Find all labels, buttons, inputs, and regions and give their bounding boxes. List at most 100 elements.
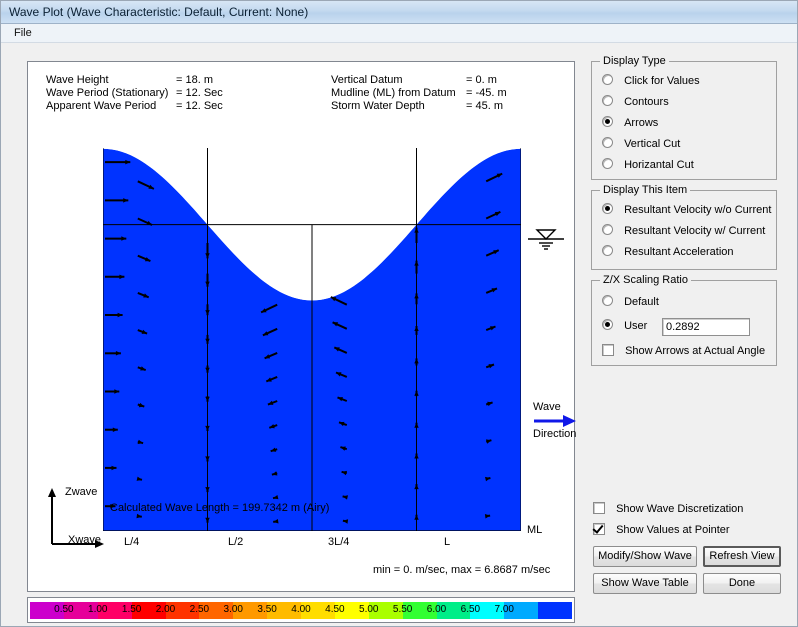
radio-click-for-values-indicator[interactable] xyxy=(602,74,613,85)
radio-horizantal-cut-label: Horizantal Cut xyxy=(624,159,694,171)
still-water-level-icon xyxy=(526,228,566,252)
radio-arrows[interactable]: Arrows xyxy=(602,116,658,133)
radio-arrows-indicator[interactable] xyxy=(602,116,613,127)
radio-resultant-acceleration-indicator[interactable] xyxy=(602,245,613,256)
mudline-marker-label: ML xyxy=(527,524,542,536)
checkbox-show-arrows-actual-angle-label: Show Arrows at Actual Angle xyxy=(625,345,765,357)
window-client-area: Wave Height = 18. m Wave Period (Station… xyxy=(2,44,796,626)
radio-resultant-velocity-w-current-label: Resultant Velocity w/ Current xyxy=(624,225,765,237)
display-type-group: Display Type Click for Values Contours A… xyxy=(591,61,777,180)
x-tick-label-3l4: 3L/4 xyxy=(328,536,349,548)
x-tick-label-l2: L/2 xyxy=(228,536,243,548)
color-legend-tick-6: 3.50 xyxy=(257,604,276,615)
info-mudline-value: = -45. m xyxy=(466,87,507,99)
radio-resultant-acceleration-label: Resultant Acceleration xyxy=(624,246,733,258)
checkbox-show-wave-discretization[interactable]: Show Wave Discretization xyxy=(593,502,743,519)
radio-contours[interactable]: Contours xyxy=(602,95,669,112)
radio-resultant-velocity-wo-current-indicator[interactable] xyxy=(602,203,613,214)
color-legend-tick-2: 1.50 xyxy=(122,604,141,615)
scaling-ratio-group-title: Z/X Scaling Ratio xyxy=(600,274,691,286)
info-apparent-period-label: Apparent Wave Period xyxy=(46,100,156,112)
display-item-group-title: Display This Item xyxy=(600,184,690,196)
done-button[interactable]: Done xyxy=(703,573,781,594)
info-vertical-datum-label: Vertical Datum xyxy=(331,74,403,86)
radio-resultant-velocity-w-current-indicator[interactable] xyxy=(602,224,613,235)
wave-direction-label-direction: Direction xyxy=(533,428,576,440)
radio-vertical-cut-label: Vertical Cut xyxy=(624,138,680,150)
plot-panel[interactable]: Wave Height = 18. m Wave Period (Station… xyxy=(27,61,575,592)
color-legend: 0.50 1.00 1.50 2.00 2.50 3.00 3.50 4.00 4.50 5.00… xyxy=(27,597,575,623)
radio-horizantal-cut-indicator[interactable] xyxy=(602,158,613,169)
color-legend-tick-7: 4.00 xyxy=(291,604,310,615)
info-apparent-period-value: = 12. Sec xyxy=(176,100,223,112)
color-legend-tick-0: 0.50 xyxy=(54,604,73,615)
color-legend-tick-5: 3.00 xyxy=(224,604,243,615)
refresh-view-button[interactable]: Refresh View xyxy=(703,546,781,567)
x-tick-label-l: L xyxy=(444,536,450,548)
radio-scaling-default-label: Default xyxy=(624,296,659,308)
color-legend-tick-10: 5.50 xyxy=(393,604,412,615)
color-legend-tick-1: 1.00 xyxy=(88,604,107,615)
modify-show-wave-button[interactable]: Modify/Show Wave xyxy=(593,546,697,567)
contour-canvas xyxy=(103,148,521,531)
radio-contours-label: Contours xyxy=(624,96,669,108)
bottom-controls: Show Wave Discretization Show Values at … xyxy=(591,502,781,612)
checkbox-show-wave-discretization-indicator[interactable] xyxy=(593,502,605,514)
axis-label-zwave: Zwave xyxy=(65,486,97,498)
show-wave-table-button[interactable]: Show Wave Table xyxy=(593,573,697,594)
info-vertical-datum-value: = 0. m xyxy=(466,74,497,86)
window-title: Wave Plot (Wave Characteristic: Default,… xyxy=(9,5,308,19)
info-wave-period-label: Wave Period (Stationary) xyxy=(46,87,168,99)
axis-label-xwave: Xwave xyxy=(68,534,101,546)
checkbox-show-wave-discretization-label: Show Wave Discretization xyxy=(616,503,743,515)
wave-direction-label-wave: Wave xyxy=(533,401,561,413)
color-legend-tick-9: 5.00 xyxy=(359,604,378,615)
checkbox-show-values-at-pointer-label: Show Values at Pointer xyxy=(616,524,730,536)
checkbox-show-values-at-pointer-indicator[interactable] xyxy=(593,523,605,535)
color-legend-tick-11: 6.00 xyxy=(427,604,446,615)
color-legend-tick-4: 2.50 xyxy=(190,604,209,615)
info-storm-depth-label: Storm Water Depth xyxy=(331,100,425,112)
radio-arrows-label: Arrows xyxy=(624,117,658,129)
info-storm-depth-value: = 45. m xyxy=(466,100,503,112)
radio-click-for-values-label: Click for Values xyxy=(624,75,700,87)
scaling-user-value-input[interactable] xyxy=(662,318,750,336)
radio-resultant-velocity-wo-current-label: Resultant Velocity w/o Current xyxy=(624,204,771,216)
info-wave-period-value: = 12. Sec xyxy=(176,87,223,99)
info-mudline-label: Mudline (ML) from Datum xyxy=(331,87,456,99)
scaling-ratio-group: Z/X Scaling Ratio Default User Show Arro… xyxy=(591,280,777,366)
wave-direction-arrow-icon xyxy=(533,414,577,428)
radio-scaling-user-indicator[interactable] xyxy=(602,319,613,330)
color-legend-tick-13: 7.00 xyxy=(495,604,514,615)
radio-scaling-user-label: User xyxy=(624,320,647,332)
radio-contours-indicator[interactable] xyxy=(602,95,613,106)
radio-resultant-velocity-wo-current[interactable]: Resultant Velocity w/o Current xyxy=(602,203,771,220)
window-titlebar: Wave Plot (Wave Characteristic: Default,… xyxy=(1,1,797,24)
display-type-group-title: Display Type xyxy=(600,55,669,67)
radio-resultant-velocity-w-current[interactable]: Resultant Velocity w/ Current xyxy=(602,224,765,241)
info-wave-height-value: = 18. m xyxy=(176,74,213,86)
color-legend-tick-3: 2.00 xyxy=(156,604,175,615)
wave-plot-window: Wave Plot (Wave Characteristic: Default,… xyxy=(0,0,798,627)
menu-item-file[interactable]: File xyxy=(11,27,35,39)
info-wave-height-label: Wave Height xyxy=(46,74,109,86)
radio-scaling-user[interactable]: User xyxy=(602,319,647,336)
wave-contour-plot[interactable] xyxy=(103,148,521,531)
radio-scaling-default[interactable]: Default xyxy=(602,295,659,312)
color-legend-tick-12: 6.50 xyxy=(461,604,480,615)
radio-horizantal-cut[interactable]: Horizantal Cut xyxy=(602,158,694,175)
radio-resultant-acceleration[interactable]: Resultant Acceleration xyxy=(602,245,734,262)
radio-vertical-cut[interactable]: Vertical Cut xyxy=(602,137,680,154)
radio-vertical-cut-indicator[interactable] xyxy=(602,137,613,148)
radio-scaling-default-indicator[interactable] xyxy=(602,295,613,306)
wavelength-annotation: Calculated Wave Length = 199.7342 m (Air… xyxy=(110,502,329,514)
minmax-annotation: min = 0. m/sec, max = 6.8687 m/sec xyxy=(373,564,550,576)
menubar: File xyxy=(1,24,797,43)
checkbox-show-arrows-actual-angle[interactable]: Show Arrows at Actual Angle xyxy=(602,344,765,361)
radio-click-for-values[interactable]: Click for Values xyxy=(602,74,700,91)
color-legend-tick-8: 4.50 xyxy=(325,604,344,615)
checkbox-show-values-at-pointer[interactable]: Show Values at Pointer xyxy=(593,523,730,540)
checkbox-show-arrows-actual-angle-indicator[interactable] xyxy=(602,344,614,356)
contour-svg xyxy=(103,148,521,531)
display-item-group: Display This Item Resultant Velocity w/o… xyxy=(591,190,777,270)
